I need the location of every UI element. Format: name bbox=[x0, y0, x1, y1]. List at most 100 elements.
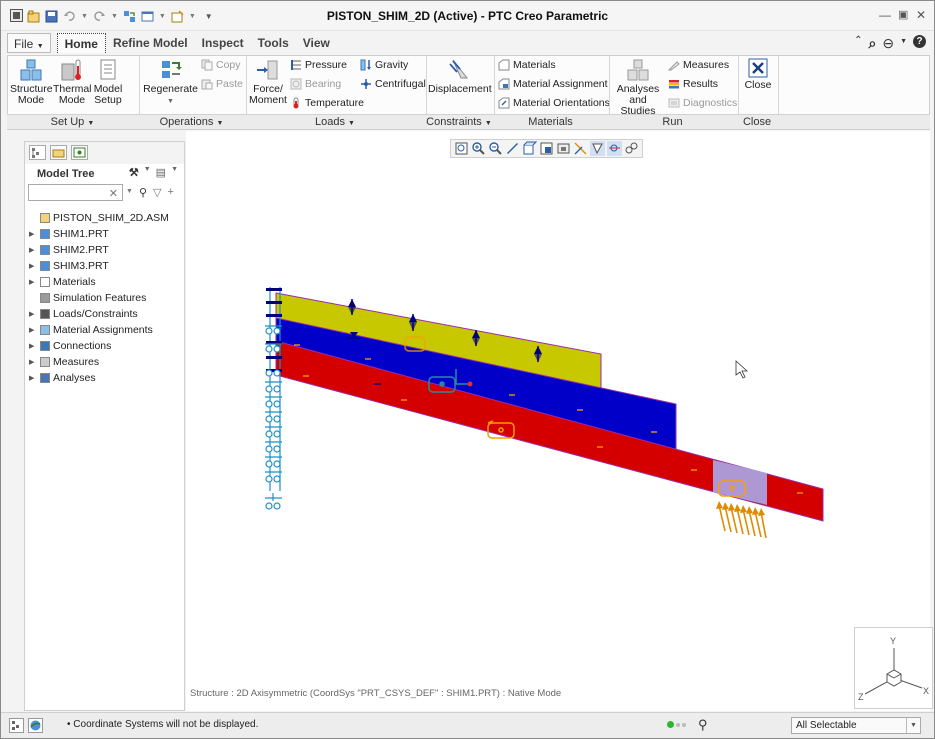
chevron-down-icon: ▼ bbox=[906, 718, 920, 733]
material-assignment-label: Material Assignment bbox=[513, 78, 608, 90]
expand-arrow-icon[interactable]: ▶ bbox=[29, 374, 37, 382]
contact-region[interactable] bbox=[713, 460, 767, 505]
zoom-out-icon[interactable] bbox=[488, 141, 503, 156]
force-moment-button[interactable]: Force/Moment bbox=[248, 58, 288, 106]
tree-node[interactable]: ▶ Materials bbox=[29, 274, 169, 290]
perspective-icon[interactable] bbox=[573, 141, 588, 156]
analyses-studies-button[interactable]: Analyses and Studies bbox=[612, 58, 664, 117]
expand-arrow-icon[interactable]: ▶ bbox=[29, 246, 37, 254]
annotation-display-icon[interactable] bbox=[607, 141, 622, 156]
expand-arrow-icon[interactable]: ▶ bbox=[29, 358, 37, 366]
collapse-ribbon-icon[interactable]: ⌃ bbox=[854, 35, 862, 52]
filter-icon[interactable]: ▽ bbox=[153, 186, 161, 199]
tree-node[interactable]: ▶ Material Assignments bbox=[29, 322, 169, 338]
centrifugal-button[interactable]: Centrifugal bbox=[360, 78, 426, 90]
mouse-cursor-icon bbox=[735, 360, 749, 379]
tree-node[interactable]: ▶ SHIM3.PRT bbox=[29, 258, 169, 274]
show-icon[interactable]: ▤ bbox=[156, 166, 166, 179]
model-tree-tab-icon[interactable] bbox=[29, 145, 46, 160]
group-loads[interactable]: Loads ▼ bbox=[245, 116, 425, 128]
tree-settings-icon[interactable]: ⚒ bbox=[129, 166, 139, 179]
zoom-in-icon[interactable] bbox=[471, 141, 486, 156]
material-orientations-button[interactable]: Material Orientations bbox=[498, 97, 610, 109]
model-view[interactable] bbox=[186, 131, 930, 711]
tree-node[interactable]: ▶ SHIM1.PRT bbox=[29, 226, 169, 242]
folder-browser-tab-icon[interactable] bbox=[50, 145, 67, 160]
tree-node[interactable]: ▶ Loads/Constraints bbox=[29, 306, 169, 322]
regenerate-dropdown-icon[interactable]: ▼ bbox=[167, 98, 174, 105]
graphics-window[interactable] bbox=[186, 131, 930, 711]
tree-node[interactable]: Simulation Features bbox=[29, 290, 169, 306]
restore-icon[interactable]: ▣ bbox=[898, 8, 908, 21]
tab-tools[interactable]: Tools bbox=[251, 33, 296, 53]
find-icon[interactable]: ⚲ bbox=[698, 717, 708, 733]
bearing-button[interactable]: Bearing bbox=[290, 78, 341, 90]
navigator-toggle-icon[interactable] bbox=[9, 718, 24, 733]
datum-display-icon[interactable] bbox=[590, 141, 605, 156]
measures-button[interactable]: Measures bbox=[668, 59, 729, 71]
tree-node[interactable]: ▶ Connections bbox=[29, 338, 169, 354]
tab-view[interactable]: View bbox=[296, 33, 337, 53]
clear-search-icon[interactable]: ✕ bbox=[109, 187, 118, 200]
repaint-icon[interactable] bbox=[505, 141, 520, 156]
search-dropdown-icon[interactable]: ▼ bbox=[126, 186, 133, 199]
model-tree-search-input[interactable]: ✕ bbox=[28, 184, 123, 201]
tab-home[interactable]: Home bbox=[56, 33, 106, 53]
minimize-icon[interactable]: — bbox=[879, 8, 891, 22]
simulation-display-icon[interactable] bbox=[624, 141, 639, 156]
expand-arrow-icon[interactable]: ▶ bbox=[29, 342, 37, 350]
group-constraints[interactable]: Constraints ▼ bbox=[425, 116, 493, 128]
tree-node[interactable]: ▶ Analyses bbox=[29, 370, 169, 386]
materials-button[interactable]: Materials bbox=[498, 59, 556, 71]
community-icon[interactable]: ⊖ bbox=[882, 35, 894, 52]
refit-icon[interactable] bbox=[454, 141, 469, 156]
close-label: Close bbox=[744, 79, 772, 91]
expand-arrow-icon[interactable]: ▶ bbox=[29, 278, 37, 286]
view-triad[interactable]: Y Z X bbox=[854, 627, 933, 709]
selection-filter-dropdown[interactable]: All Selectable ▼ bbox=[791, 717, 921, 734]
saved-orientations-icon[interactable] bbox=[539, 141, 554, 156]
display-style-icon[interactable] bbox=[522, 141, 537, 156]
thermal-mode-button[interactable]: Thermal Mode bbox=[53, 58, 92, 106]
material-orientations-label: Material Orientations bbox=[513, 97, 610, 109]
diagnostics-button[interactable]: Diagnostics bbox=[668, 97, 737, 109]
find-binoculars-icon[interactable]: ⚲ bbox=[139, 186, 147, 199]
tree-node[interactable]: PISTON_SHIM_2D.ASM bbox=[29, 210, 169, 226]
structure-mode-button[interactable]: Structure Mode bbox=[10, 58, 53, 106]
tab-refine-model[interactable]: Refine Model bbox=[106, 33, 195, 53]
close-icon[interactable]: ✕ bbox=[916, 8, 926, 22]
help-dropdown-icon[interactable]: ▼ bbox=[900, 35, 907, 52]
browser-toggle-icon[interactable] bbox=[28, 718, 43, 733]
expand-arrow-icon[interactable]: ▶ bbox=[29, 326, 37, 334]
view-manager-icon[interactable] bbox=[556, 141, 571, 156]
tree-node-label: Measures bbox=[53, 356, 100, 368]
add-icon[interactable]: + bbox=[167, 186, 173, 199]
regenerate-button[interactable]: Regenerate ▼ bbox=[143, 58, 198, 107]
tab-file[interactable]: File ▼ bbox=[7, 33, 51, 53]
search-icon[interactable]: ⌕ bbox=[868, 35, 876, 52]
group-operations[interactable]: Operations ▼ bbox=[138, 116, 245, 128]
material-assignment-button[interactable]: Material Assignment bbox=[498, 78, 608, 90]
results-button[interactable]: Results bbox=[668, 78, 718, 90]
model-setup-button[interactable]: Model Setup bbox=[91, 58, 125, 106]
tree-settings-dropdown-icon[interactable]: ▼ bbox=[144, 166, 151, 179]
show-dropdown-icon[interactable]: ▼ bbox=[171, 166, 178, 179]
analyses-icon bbox=[40, 373, 50, 383]
expand-arrow-icon[interactable]: ▶ bbox=[29, 230, 37, 238]
close-button[interactable]: Close bbox=[740, 58, 776, 91]
tree-node[interactable]: ▶ SHIM2.PRT bbox=[29, 242, 169, 258]
gravity-button[interactable]: Gravity bbox=[360, 59, 408, 71]
structure-mode-icon bbox=[20, 59, 42, 81]
paste-button[interactable]: Paste bbox=[201, 78, 243, 90]
group-setup[interactable]: Set Up ▼ bbox=[7, 116, 138, 128]
temperature-button[interactable]: Temperature bbox=[290, 97, 364, 109]
displacement-button[interactable]: Displacement bbox=[428, 58, 492, 95]
tree-node[interactable]: ▶ Measures bbox=[29, 354, 169, 370]
expand-arrow-icon[interactable]: ▶ bbox=[29, 262, 37, 270]
expand-arrow-icon[interactable]: ▶ bbox=[29, 310, 37, 318]
help-icon[interactable]: ? bbox=[913, 35, 926, 48]
copy-button[interactable]: Copy bbox=[201, 59, 241, 71]
favorites-tab-icon[interactable] bbox=[71, 145, 88, 160]
pressure-button[interactable]: Pressure bbox=[290, 59, 347, 71]
tab-inspect[interactable]: Inspect bbox=[195, 33, 251, 53]
